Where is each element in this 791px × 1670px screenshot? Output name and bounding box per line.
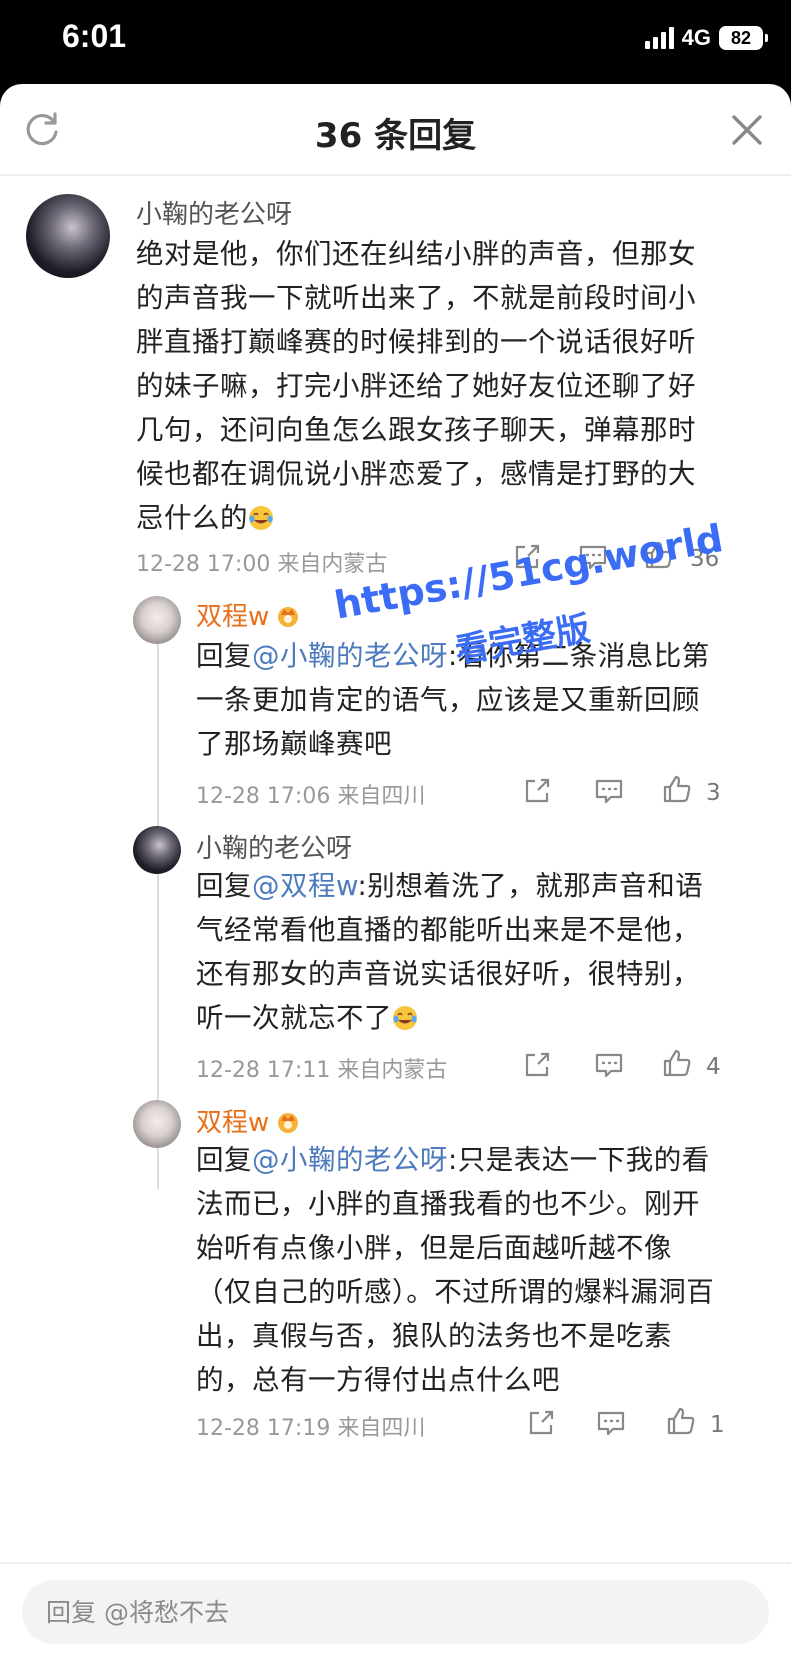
battery-icon: 82 bbox=[719, 26, 768, 50]
reply-meta: 12-28 17:19 来自四川 bbox=[196, 1416, 426, 1441]
avatar[interactable] bbox=[26, 194, 110, 278]
comment-icon[interactable] bbox=[594, 776, 624, 806]
reply-text: 回复@小鞠的老公呀:只是表达一下我的看法而已，小胖的直播我看的也不少。刚开始听有… bbox=[196, 1138, 726, 1402]
reply-username-text: 双程w bbox=[196, 1108, 270, 1138]
close-icon[interactable] bbox=[729, 112, 765, 148]
sheet-header: 36 条回复 bbox=[0, 84, 791, 176]
network-label: 4G bbox=[681, 25, 711, 50]
reply-username[interactable]: 双程w bbox=[196, 596, 301, 633]
comment-icon[interactable] bbox=[594, 1050, 624, 1080]
like-count: 1 bbox=[710, 1412, 725, 1438]
replies-sheet: 36 条回复 小鞠的老公呀 绝对是他，你们还在纠结小胖的声音，但那女的声音我一下… bbox=[0, 84, 791, 1670]
reply-prefix: 回复 bbox=[196, 640, 252, 672]
mention-link[interactable]: @双程w bbox=[252, 870, 358, 902]
laugh-cry-emoji-icon bbox=[249, 506, 273, 530]
reply-username[interactable]: 双程w bbox=[196, 1102, 301, 1139]
reply-input-bar bbox=[0, 1562, 791, 1670]
laugh-cry-emoji-icon bbox=[393, 1006, 417, 1030]
share-icon[interactable] bbox=[522, 776, 552, 806]
comment-icon[interactable] bbox=[596, 1408, 626, 1438]
crown-badge-icon bbox=[278, 1113, 299, 1133]
reply-username-text: 双程w bbox=[196, 602, 270, 632]
like-icon[interactable] bbox=[662, 774, 692, 804]
avatar[interactable] bbox=[133, 1100, 181, 1148]
like-icon[interactable] bbox=[666, 1406, 696, 1436]
reply-meta: 12-28 17:11 来自内蒙古 bbox=[196, 1058, 448, 1083]
comment-username[interactable]: 小鞠的老公呀 bbox=[136, 194, 292, 231]
mention-link[interactable]: @小鞠的老公呀 bbox=[252, 1144, 448, 1176]
status-indicators: 4G 82 bbox=[644, 24, 768, 52]
like-count: 3 bbox=[706, 780, 721, 806]
comment-meta: 12-28 17:00 来自内蒙古 bbox=[136, 552, 388, 577]
mention-link[interactable]: @小鞠的老公呀 bbox=[252, 640, 448, 672]
share-icon[interactable] bbox=[526, 1408, 556, 1438]
crown-badge-icon bbox=[278, 607, 299, 627]
reply-username[interactable]: 小鞠的老公呀 bbox=[196, 828, 352, 865]
like-count: 4 bbox=[706, 1054, 721, 1080]
reply-meta: 12-28 17:06 来自四川 bbox=[196, 784, 426, 809]
reply-prefix: 回复 bbox=[196, 1144, 252, 1176]
reply-body: :只是表达一下我的看法而已，小胖的直播我看的也不少。刚开始听有点像小胖，但是后面… bbox=[196, 1144, 715, 1396]
reply-input[interactable] bbox=[22, 1580, 769, 1644]
comment-body: 绝对是他，你们还在纠结小胖的声音，但那女的声音我一下就听出来了，不就是前段时间小… bbox=[136, 238, 696, 534]
reply-text: 回复@双程w:别想着洗了，就那声音和语气经常看他直播的都能听出来是不是他，还有那… bbox=[196, 864, 726, 1040]
reply-prefix: 回复 bbox=[196, 870, 252, 902]
status-bar: 6:01 4G 82 bbox=[0, 0, 791, 84]
comment-text: 绝对是他，你们还在纠结小胖的声音，但那女的声音我一下就听出来了，不就是前段时间小… bbox=[136, 232, 716, 540]
sheet-title: 36 条回复 bbox=[314, 116, 477, 156]
share-icon[interactable] bbox=[522, 1050, 552, 1080]
status-time: 6:01 bbox=[62, 18, 127, 54]
avatar[interactable] bbox=[133, 826, 181, 874]
signal-icon bbox=[644, 27, 674, 49]
like-icon[interactable] bbox=[662, 1048, 692, 1078]
avatar[interactable] bbox=[133, 596, 181, 644]
